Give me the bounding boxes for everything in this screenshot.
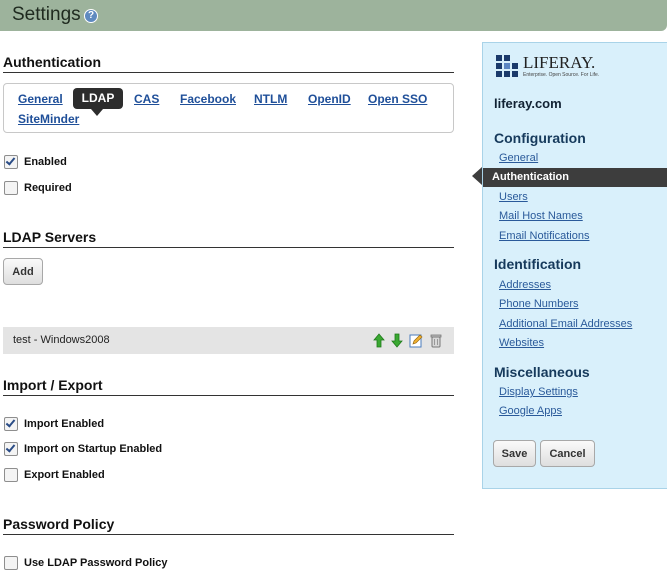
ldap-server-row[interactable]: test - Windows2008	[3, 327, 454, 354]
check-icon	[5, 442, 16, 453]
page-title: Settings	[12, 4, 81, 25]
tab-ntlm[interactable]: NTLM	[254, 92, 287, 106]
nav-link-users[interactable]: Users	[499, 191, 528, 203]
check-icon	[5, 417, 16, 428]
logo-wordmark: LIFERAY.	[523, 53, 596, 72]
liferay-logo-icon	[496, 55, 518, 77]
nav-link-additional-email-addresses[interactable]: Additional Email Addresses	[499, 318, 632, 330]
identification-heading: Identification	[494, 256, 582, 272]
required-label: Required	[24, 182, 72, 194]
enabled-checkbox[interactable]	[4, 155, 18, 169]
tab-openid[interactable]: OpenID	[308, 92, 351, 106]
tab-ldap[interactable]: LDAP	[73, 88, 123, 109]
export-enabled-label: Export Enabled	[24, 469, 105, 481]
check-icon	[5, 155, 16, 166]
active-nav-pointer	[472, 167, 482, 185]
import-enabled-checkbox[interactable]	[4, 417, 18, 431]
settings-sidebar: LIFERAY. Enterprise. Open Source. For Li…	[482, 42, 667, 489]
use-ldap-password-policy-checkbox[interactable]	[4, 556, 18, 570]
section-divider	[3, 247, 454, 248]
configuration-heading: Configuration	[494, 130, 586, 146]
nav-link-google-apps[interactable]: Google Apps	[499, 405, 562, 417]
nav-link-general[interactable]: General	[499, 152, 538, 164]
tab-open-sso[interactable]: Open SSO	[368, 92, 427, 106]
save-button[interactable]: Save	[493, 440, 536, 467]
nav-link-websites[interactable]: Websites	[499, 337, 544, 349]
move-down-icon[interactable]	[390, 333, 404, 348]
import-enabled-label: Import Enabled	[24, 418, 105, 430]
cancel-button[interactable]: Cancel	[540, 440, 595, 467]
nav-link-email-notifications[interactable]: Email Notifications	[499, 230, 589, 242]
nav-link-display-settings[interactable]: Display Settings	[499, 386, 578, 398]
enabled-label: Enabled	[24, 156, 67, 168]
ldap-servers-heading: LDAP Servers	[3, 229, 97, 245]
nav-link-addresses[interactable]: Addresses	[499, 279, 551, 291]
section-divider	[3, 72, 454, 73]
nav-link-mail-host-names[interactable]: Mail Host Names	[499, 210, 583, 222]
use-ldap-password-policy-label: Use LDAP Password Policy	[24, 557, 168, 569]
section-divider	[3, 534, 454, 535]
tab-siteminder[interactable]: SiteMinder	[18, 112, 79, 126]
export-enabled-checkbox[interactable]	[4, 468, 18, 482]
tab-cas[interactable]: CAS	[134, 92, 159, 106]
delete-icon[interactable]	[429, 333, 443, 348]
required-checkbox[interactable]	[4, 181, 18, 195]
nav-link-authentication[interactable]: Authentication	[483, 168, 667, 187]
active-tab-pointer	[91, 109, 103, 116]
import-startup-checkbox[interactable]	[4, 442, 18, 456]
section-divider	[3, 395, 454, 396]
tab-facebook[interactable]: Facebook	[180, 92, 236, 106]
miscellaneous-heading: Miscellaneous	[494, 364, 590, 380]
tab-general[interactable]: General	[18, 92, 63, 106]
add-server-button[interactable]: Add	[3, 258, 43, 285]
edit-icon[interactable]	[409, 333, 423, 348]
import-export-heading: Import / Export	[3, 377, 103, 393]
logo-tagline: Enterprise. Open Source. For Life.	[523, 72, 600, 78]
authentication-heading: Authentication	[3, 54, 101, 70]
site-name: liferay.com	[494, 96, 562, 111]
server-name: test - Windows2008	[13, 334, 110, 346]
move-up-icon[interactable]	[372, 333, 386, 348]
portlet-header: Settings ?	[0, 0, 667, 31]
import-startup-label: Import on Startup Enabled	[24, 443, 163, 455]
nav-link-phone-numbers[interactable]: Phone Numbers	[499, 298, 579, 310]
help-icon[interactable]: ?	[84, 9, 98, 23]
password-policy-heading: Password Policy	[3, 516, 115, 532]
